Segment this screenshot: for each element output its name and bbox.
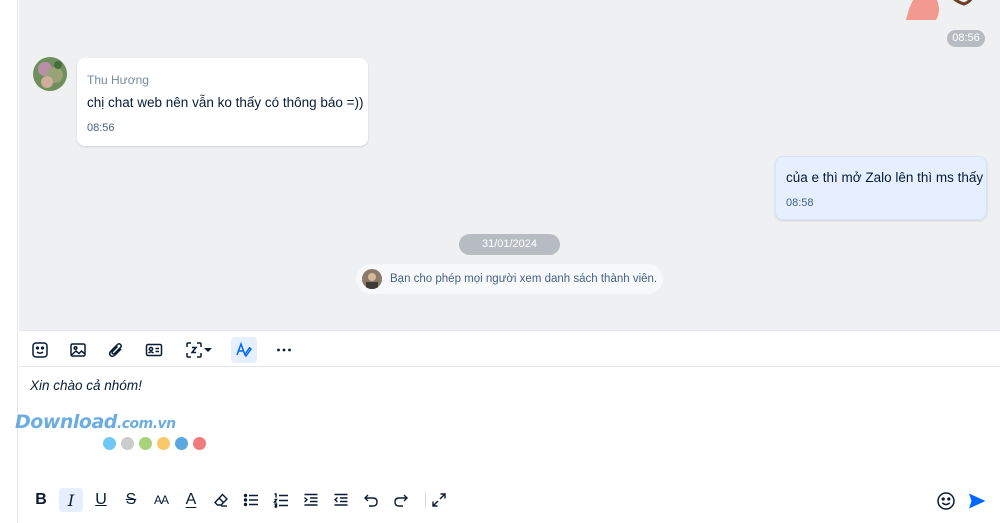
image-icon[interactable] — [65, 337, 91, 363]
strikethrough-button[interactable]: S — [119, 488, 143, 512]
indent-icon[interactable] — [299, 488, 323, 512]
system-note-text: Bạn cho phép mọi người xem danh sách thà… — [390, 273, 658, 285]
sticker-icon[interactable] — [27, 337, 53, 363]
composer-toolbar — [19, 330, 1000, 367]
message-time: 08:56 — [87, 122, 115, 134]
redo-icon[interactable] — [389, 488, 413, 512]
undo-icon[interactable] — [359, 488, 383, 512]
italic-button[interactable]: I — [59, 488, 83, 512]
font-size-button[interactable]: AA — [149, 488, 173, 512]
format-text-icon[interactable] — [231, 337, 257, 363]
clear-format-icon[interactable] — [209, 488, 233, 512]
more-icon[interactable] — [271, 337, 297, 363]
watermark-dots — [103, 437, 206, 450]
incoming-message[interactable]: Thu Hương chị chat web nên vẫn ko thấy c… — [77, 58, 368, 146]
attachment-icon[interactable] — [103, 337, 129, 363]
expand-icon[interactable] — [427, 488, 451, 512]
font-color-button[interactable]: A — [179, 488, 203, 512]
bold-button[interactable]: B — [29, 488, 53, 512]
message-list[interactable]: 08:56 Thu Hương chị chat web nên vẫn ko … — [19, 0, 1000, 330]
send-icon[interactable] — [964, 488, 990, 514]
watermark-suffix: .com.vn — [116, 416, 176, 432]
screenshot-icon[interactable] — [179, 337, 219, 363]
outgoing-message[interactable]: của e thì mở Zalo lên thì ms thấy 08:58 — [775, 156, 987, 220]
contact-card-icon[interactable] — [141, 337, 167, 363]
sender-name: Thu Hương — [87, 73, 149, 87]
format-bar: B I U S AA A — [19, 486, 1000, 516]
watermark-logo: Download.com.vn — [15, 411, 225, 461]
system-notification: Bạn cho phép mọi người xem danh sách thà… — [356, 264, 663, 294]
emoji-icon[interactable] — [933, 488, 959, 514]
bullet-list-icon[interactable] — [239, 488, 263, 512]
message-time-pill: 08:56 — [947, 30, 985, 47]
message-text: của e thì mở Zalo lên thì ms thấy — [786, 170, 984, 185]
avatar[interactable] — [33, 57, 67, 91]
message-text: chị chat web nên vẫn ko thấy có thông bá… — [87, 95, 364, 110]
numbered-list-icon[interactable] — [269, 488, 293, 512]
date-divider: 31/01/2024 — [459, 234, 560, 255]
avatar — [362, 269, 382, 289]
outdent-icon[interactable] — [329, 488, 353, 512]
divider — [425, 492, 426, 508]
message-composer[interactable]: Xin chào cả nhóm! Download.com.vn B I U … — [15, 367, 1000, 523]
message-time: 08:58 — [786, 197, 814, 209]
watermark-brand: Download — [15, 411, 117, 433]
underline-button[interactable]: U — [89, 488, 113, 512]
composer-input[interactable]: Xin chào cả nhóm! — [30, 378, 142, 393]
sticker-image — [906, 0, 973, 20]
